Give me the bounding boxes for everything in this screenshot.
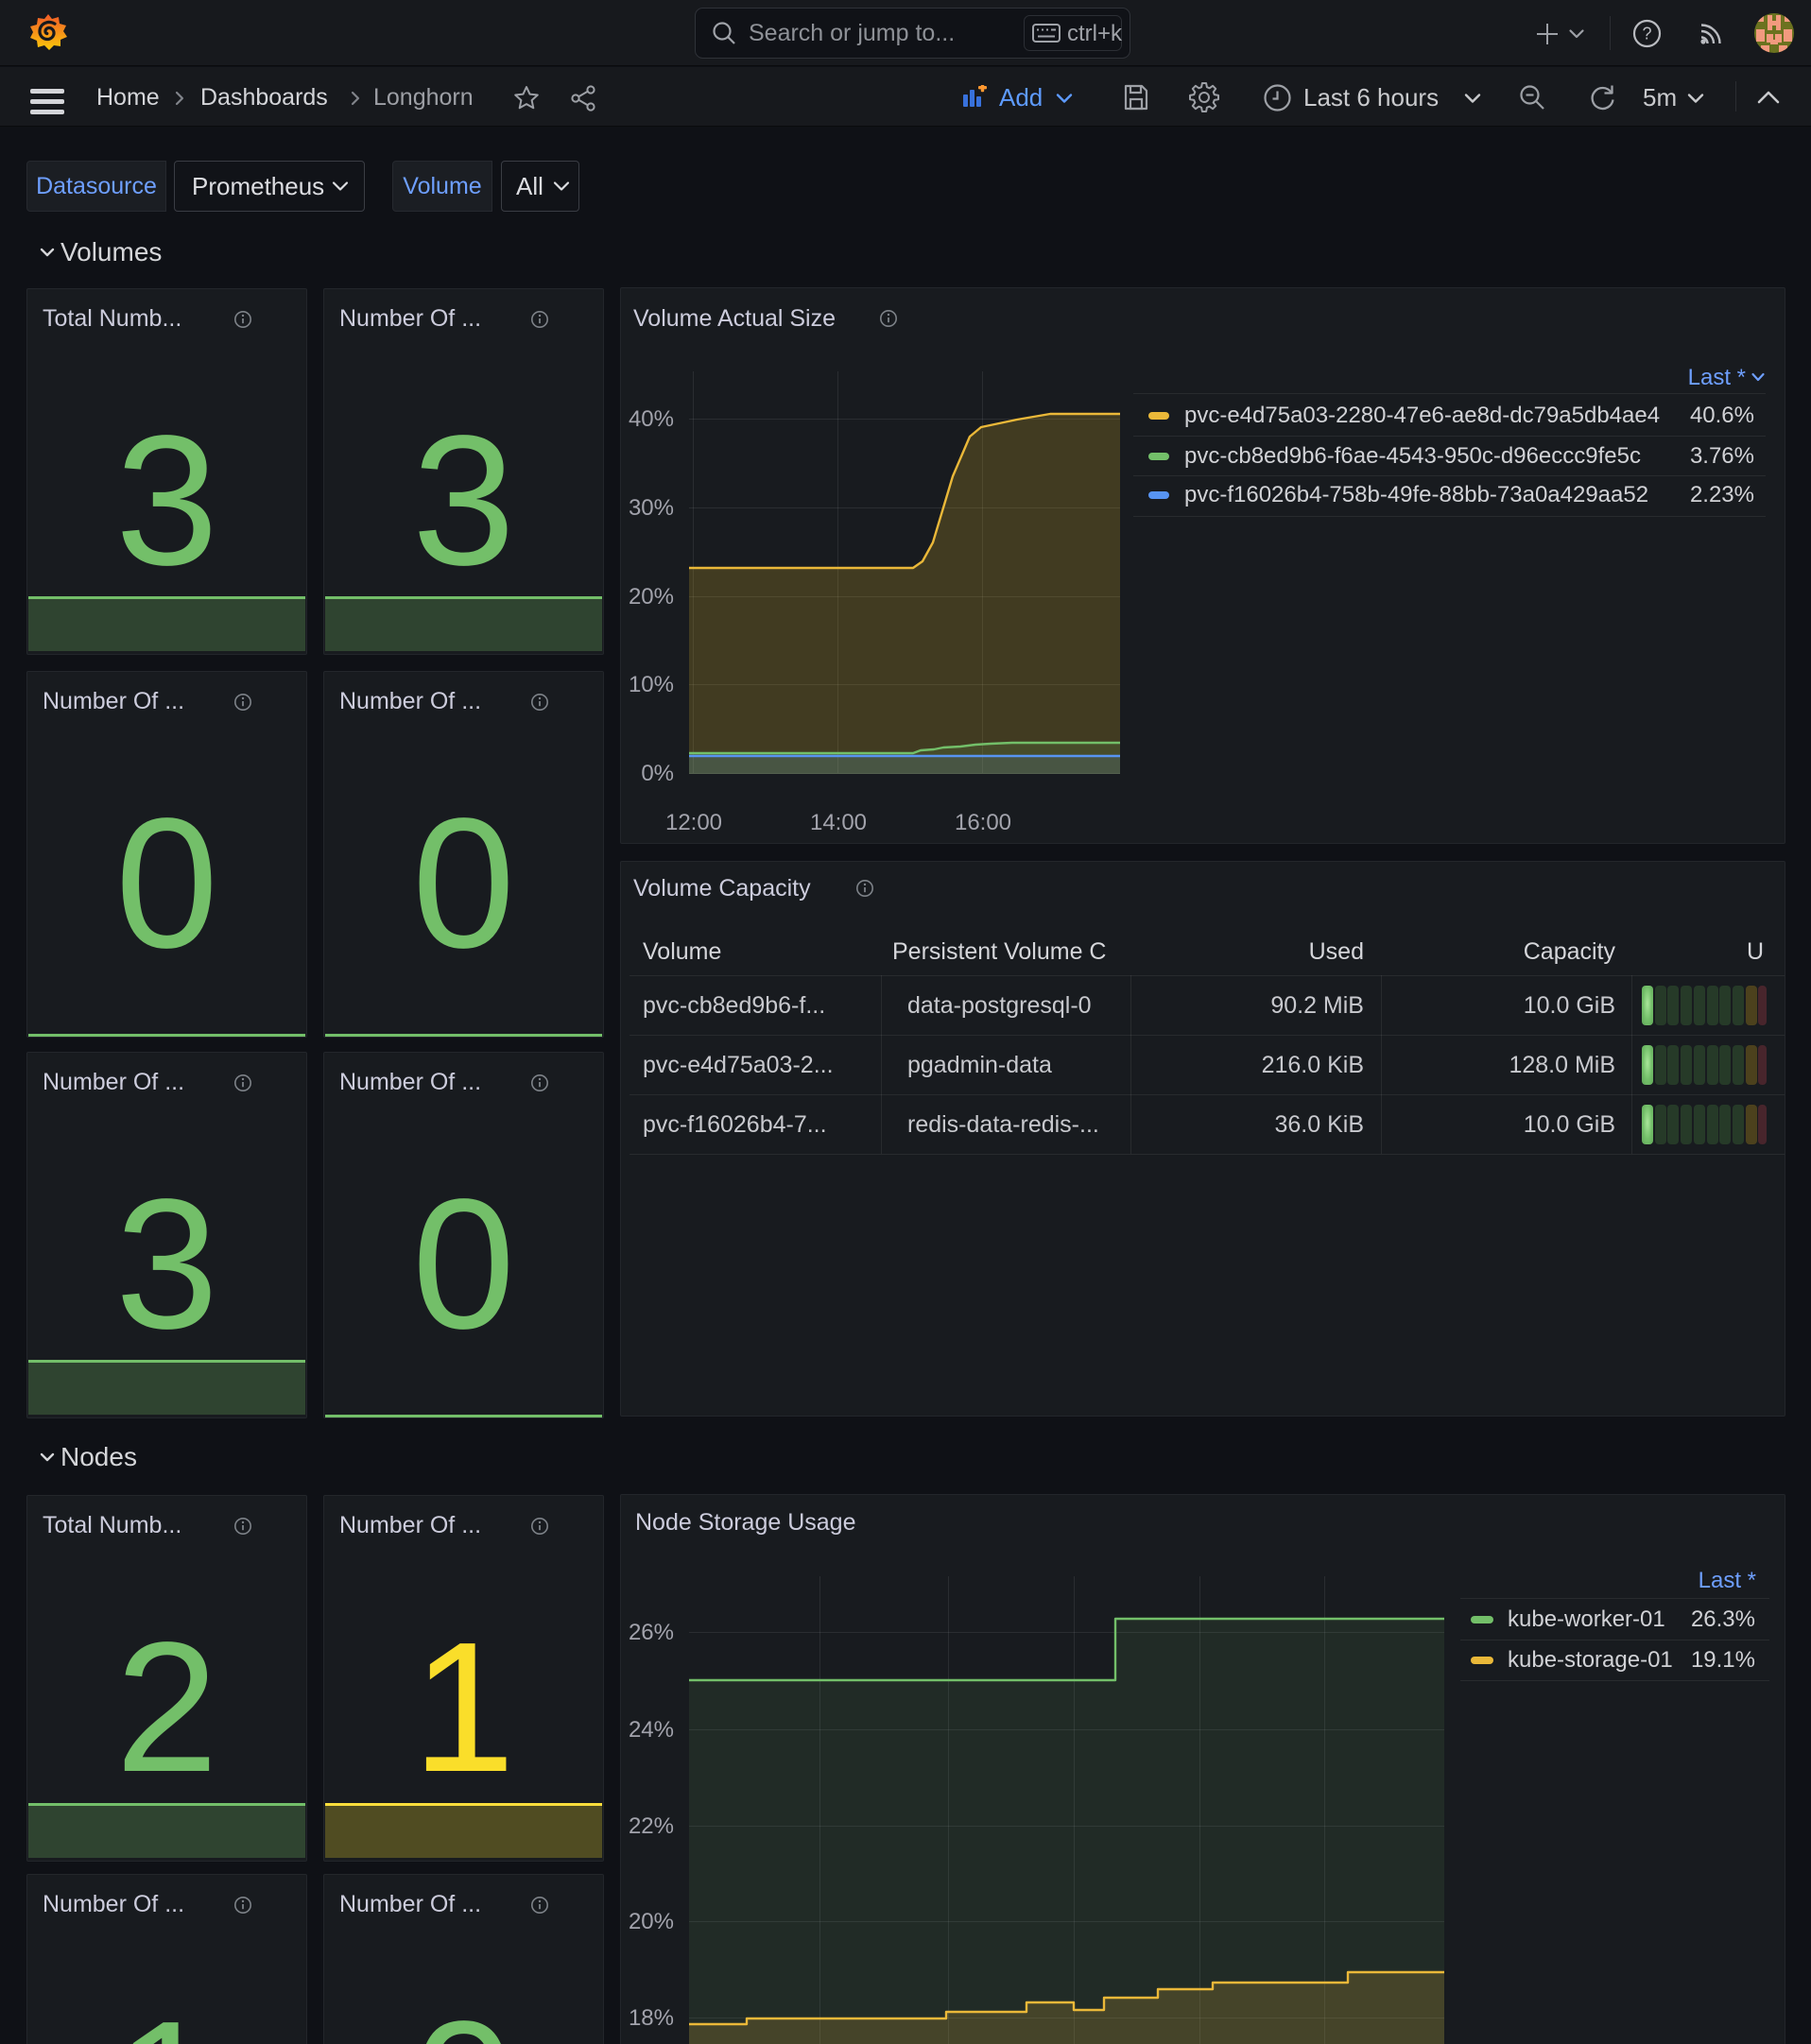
svg-text:22%: 22% [629, 1813, 674, 1839]
svg-text:40%: 40% [629, 406, 674, 432]
svg-text:26%: 26% [629, 1620, 674, 1645]
svg-text:16:00: 16:00 [955, 810, 1011, 835]
svg-text:?: ? [1642, 25, 1651, 43]
svg-text:20%: 20% [629, 1909, 674, 1934]
svg-text:18%: 18% [629, 2005, 674, 2031]
svg-text:24%: 24% [629, 1717, 674, 1743]
svg-text:20%: 20% [629, 584, 674, 610]
svg-text:30%: 30% [629, 495, 674, 521]
svg-text:12:00: 12:00 [665, 810, 722, 835]
svg-text:10%: 10% [629, 672, 674, 697]
svg-text:0%: 0% [641, 761, 674, 786]
svg-text:14:00: 14:00 [810, 810, 867, 835]
